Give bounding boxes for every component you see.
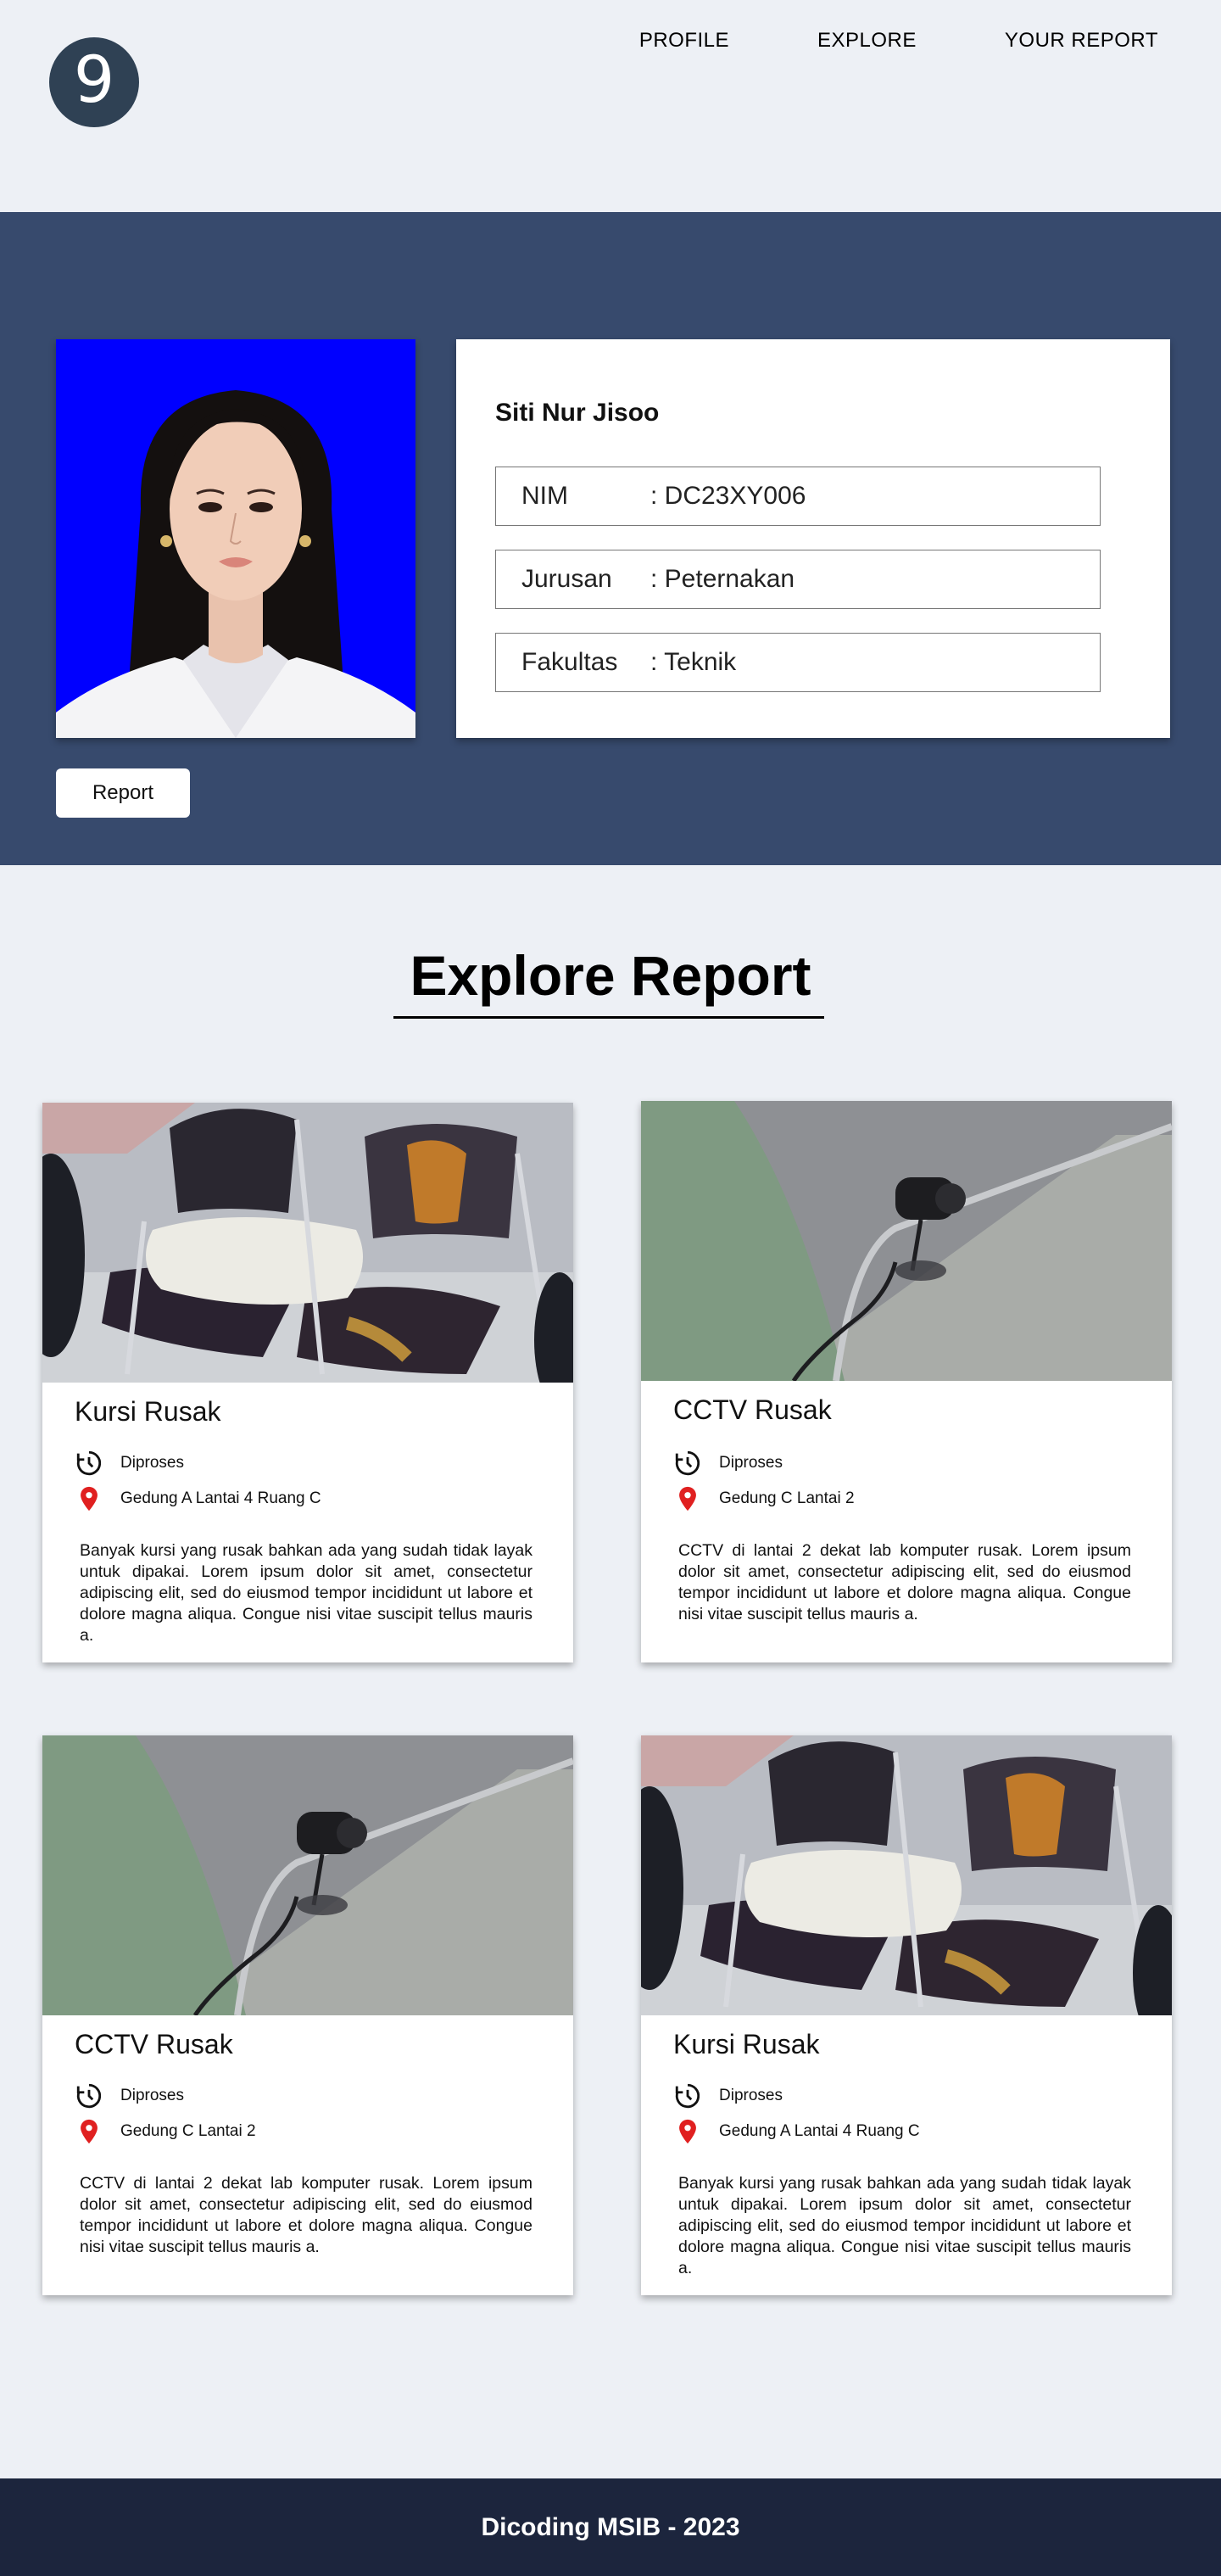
report-card[interactable]: CCTV Rusak Diproses Gedung C Lantai 2 CC… xyxy=(42,1735,573,2295)
card-description: Banyak kursi yang rusak bahkan ada yang … xyxy=(80,1541,532,1645)
field-jurusan: Jurusan : Peternakan xyxy=(495,550,1101,609)
field-value: : Peternakan xyxy=(650,565,795,593)
field-fakultas: Fakultas : Teknik xyxy=(495,633,1101,692)
explore-title: Explore Report xyxy=(410,944,811,1007)
card-title: CCTV Rusak xyxy=(75,2029,233,2059)
location-pin-icon xyxy=(679,2119,696,2144)
cctv-photo xyxy=(42,1735,573,2015)
nav-your-report[interactable]: YOUR REPORT xyxy=(1005,29,1158,53)
chair-photo xyxy=(42,1103,573,1383)
location-row: Gedung C Lantai 2 xyxy=(75,2117,256,2146)
site-header: 9 PROFILE EXPLORE YOUR REPORT xyxy=(0,0,1221,212)
report-card[interactable]: Kursi Rusak Diproses Gedung A Lantai 4 R… xyxy=(42,1103,573,1662)
card-description: CCTV di lantai 2 dekat lab komputer rusa… xyxy=(80,2174,532,2256)
report-button[interactable]: Report xyxy=(56,768,190,818)
history-icon xyxy=(76,2083,102,2109)
field-label: Jurusan xyxy=(521,565,612,593)
history-icon xyxy=(675,1450,700,1476)
card-title: CCTV Rusak xyxy=(673,1394,832,1425)
profile-info-card: Siti Nur Jisoo NIM : DC23XY006 Jurusan :… xyxy=(456,339,1170,738)
location-text: Gedung C Lantai 2 xyxy=(719,1489,855,1507)
portrait-illustration xyxy=(56,339,415,738)
status-text: Diproses xyxy=(719,1454,783,1472)
site-footer: Dicoding MSIB - 2023 xyxy=(0,2478,1221,2576)
card-title: Kursi Rusak xyxy=(75,1396,221,1427)
card-description: Banyak kursi yang rusak bahkan ada yang … xyxy=(678,2174,1131,2277)
cctv-photo xyxy=(641,1101,1172,1381)
card-description: CCTV di lantai 2 dekat lab komputer rusa… xyxy=(678,1541,1131,1623)
location-row: Gedung C Lantai 2 xyxy=(673,1484,855,1513)
status-row: Diproses xyxy=(673,2081,783,2110)
field-nim: NIM : DC23XY006 xyxy=(495,467,1101,526)
profile-name: Siti Nur Jisoo xyxy=(495,399,660,427)
status-text: Diproses xyxy=(120,1454,184,1472)
location-row: Gedung A Lantai 4 Ruang C xyxy=(75,1484,321,1513)
location-row: Gedung A Lantai 4 Ruang C xyxy=(673,2117,920,2146)
status-text: Diproses xyxy=(120,2087,184,2104)
status-text: Diproses xyxy=(719,2087,783,2104)
history-icon xyxy=(76,1450,102,1476)
location-text: Gedung C Lantai 2 xyxy=(120,2122,256,2140)
location-pin-icon xyxy=(679,1486,696,1512)
field-label: NIM xyxy=(521,482,568,510)
nav-profile[interactable]: PROFILE xyxy=(639,29,729,53)
location-pin-icon xyxy=(81,2119,98,2144)
card-title: Kursi Rusak xyxy=(673,2029,820,2059)
main-nav: PROFILE EXPLORE YOUR REPORT xyxy=(639,29,1158,53)
field-value: : Teknik xyxy=(650,648,737,676)
nav-explore[interactable]: EXPLORE xyxy=(817,29,917,53)
history-icon xyxy=(675,2083,700,2109)
profile-section: Report Siti Nur Jisoo NIM : DC23XY006 Ju… xyxy=(0,212,1221,865)
report-card[interactable]: Kursi Rusak Diproses Gedung A Lantai 4 R… xyxy=(641,1735,1172,2295)
title-underline xyxy=(393,1016,824,1019)
status-row: Diproses xyxy=(673,1449,783,1478)
report-card[interactable]: CCTV Rusak Diproses Gedung C Lantai 2 CC… xyxy=(641,1101,1172,1662)
logo[interactable]: 9 xyxy=(49,37,139,127)
status-row: Diproses xyxy=(75,2081,184,2110)
footer-text: Dicoding MSIB - 2023 xyxy=(481,2512,740,2541)
field-label: Fakultas xyxy=(521,648,618,676)
profile-photo xyxy=(56,339,415,738)
location-text: Gedung A Lantai 4 Ruang C xyxy=(719,2122,920,2140)
location-text: Gedung A Lantai 4 Ruang C xyxy=(120,1489,321,1507)
chair-photo xyxy=(641,1735,1172,2015)
logo-glyph: 9 xyxy=(73,42,115,117)
location-pin-icon xyxy=(81,1486,98,1512)
field-value: : DC23XY006 xyxy=(650,482,806,510)
status-row: Diproses xyxy=(75,1449,184,1478)
